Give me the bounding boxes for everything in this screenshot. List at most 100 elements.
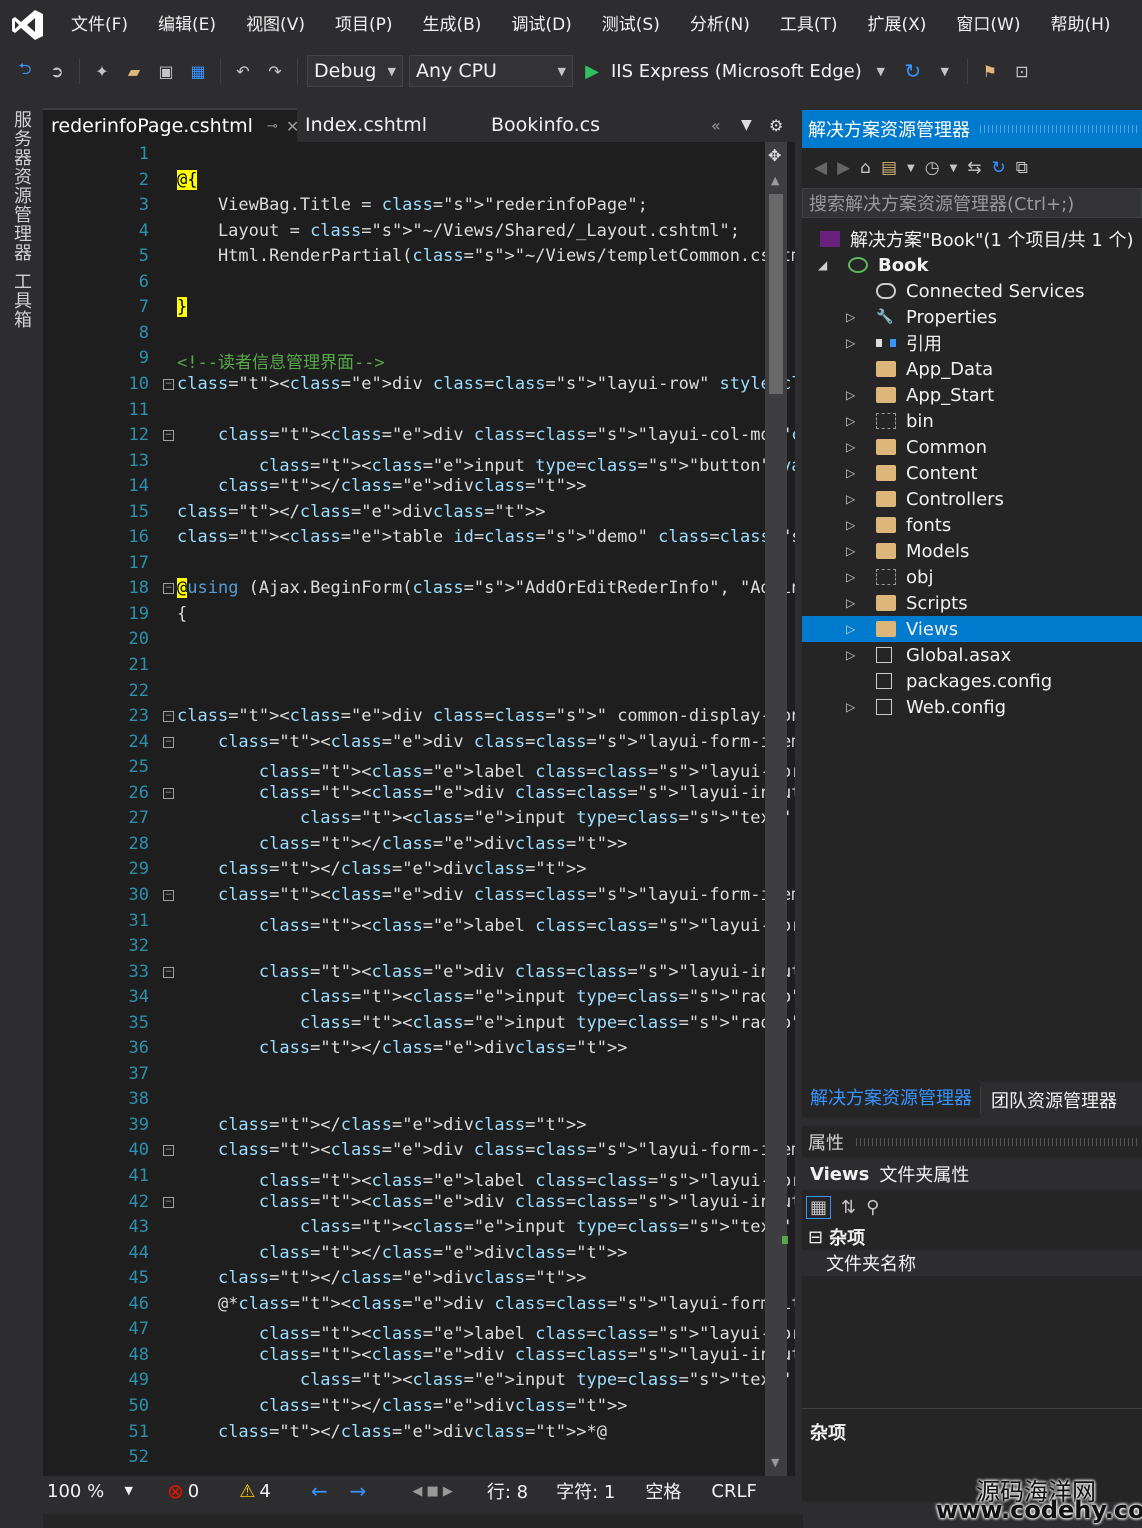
vertical-scrollbar[interactable]: ✥ ▲ ▼ xyxy=(765,142,787,1476)
tab-dropdown-icon[interactable]: ▼ xyxy=(733,108,761,142)
code-line[interactable]: class="t"></class="e">divclass="t">> xyxy=(177,1396,628,1416)
fold-toggle-icon[interactable]: − xyxy=(163,1196,174,1208)
tree-item[interactable]: ▷ fonts xyxy=(802,512,1142,538)
redo-icon[interactable]: ↷ xyxy=(262,58,288,84)
configuration-select[interactable]: Debug ▼ xyxy=(307,55,403,87)
fold-toggle-icon[interactable]: − xyxy=(163,583,174,595)
pin-icon[interactable]: ⊸ xyxy=(267,119,278,134)
code-line[interactable]: @using (Ajax.BeginForm(class="s">"AddOrE… xyxy=(177,578,795,599)
expander-icon[interactable]: ▷ xyxy=(846,518,855,532)
code-line[interactable]: class="t"><class="e">input type=class="s… xyxy=(177,451,795,476)
fold-toggle-icon[interactable]: − xyxy=(163,430,174,442)
sync-icon[interactable]: ⇆ xyxy=(967,158,981,178)
expander-icon[interactable]: ▷ xyxy=(846,570,855,584)
tab-overflow-icon[interactable]: « xyxy=(703,108,733,142)
code-line[interactable]: class="t"><class="e">label class=class="… xyxy=(177,757,795,782)
nav-back-icon[interactable]: ← xyxy=(311,1479,328,1503)
fold-toggle-icon[interactable]: − xyxy=(163,787,174,799)
tree-item[interactable]: ▷ Global.asax xyxy=(802,642,1142,668)
tree-item[interactable]: ▷ Common xyxy=(802,434,1142,460)
code-line[interactable]: class="t"></class="e">divclass="t">>*@ xyxy=(177,1422,607,1442)
code-line[interactable]: class="t"></class="e">divclass="t">> xyxy=(177,834,628,854)
refresh-icon[interactable]: ↻ xyxy=(900,58,926,84)
collapse-all-icon[interactable]: ⧉ xyxy=(1016,158,1028,178)
tree-item[interactable]: ▷ Web.config xyxy=(802,694,1142,720)
home-icon[interactable]: ⌂ xyxy=(860,158,871,178)
fold-toggle-icon[interactable]: − xyxy=(163,711,174,723)
tree-item[interactable]: ▷ Controllers xyxy=(802,486,1142,512)
code-line[interactable]: class="t"><class="e">label class=class="… xyxy=(177,1166,795,1191)
code-line[interactable]: { xyxy=(177,604,187,624)
code-line[interactable]: class="t"><class="e">label class=class="… xyxy=(177,911,795,936)
expander-icon[interactable]: ▷ xyxy=(846,622,855,636)
code-line[interactable]: class="t"><class="e">div class=class="s"… xyxy=(177,783,795,803)
code-line[interactable]: class="t"><class="e">div class=class="s"… xyxy=(177,374,795,394)
menu-analyze[interactable]: 分析(N) xyxy=(675,0,765,50)
expander-icon[interactable]: ▷ xyxy=(846,310,855,324)
fold-toggle-icon[interactable]: − xyxy=(163,1145,174,1157)
code-line[interactable]: class="t"></class="e">divclass="t">> xyxy=(177,1243,628,1263)
code-line[interactable]: class="t"><class="e">table id=class="s">… xyxy=(177,527,795,547)
solution-search-input[interactable]: 搜索解决方案资源管理器(Ctrl+;) xyxy=(802,188,1142,218)
run-target-button[interactable]: IIS Express (Microsoft Edge) xyxy=(611,61,862,82)
toolbox-tab[interactable]: 工具箱 xyxy=(8,272,34,329)
property-pages-icon[interactable]: ⚲ xyxy=(866,1197,879,1218)
tree-item[interactable]: 解决方案"Book"(1 个项目/共 1 个) xyxy=(802,226,1142,252)
code-line[interactable]: class="t"><class="e">div class=class="s"… xyxy=(177,706,795,726)
code-line[interactable]: @{ xyxy=(177,169,198,190)
undo-icon[interactable]: ↶ xyxy=(230,58,256,84)
tree-item[interactable]: ▷ 引用 xyxy=(802,330,1142,356)
code-line[interactable]: ViewBag.Title = class="s">"rederinfoPage… xyxy=(177,195,648,215)
tab-bookinfo[interactable]: Bookinfo.cs xyxy=(483,108,703,142)
code-line[interactable]: class="t"></class="e">divclass="t">> xyxy=(177,1038,628,1058)
code-line[interactable]: class="t"><class="e">div class=class="s"… xyxy=(177,1140,795,1160)
properties-object[interactable]: Views 文件夹属性 xyxy=(802,1158,1142,1190)
menu-help[interactable]: 帮助(H) xyxy=(1036,0,1126,50)
code-line[interactable]: <!--读者信息管理界面--> xyxy=(177,348,385,373)
tree-item[interactable]: ▷ Content xyxy=(802,460,1142,486)
back-icon[interactable]: ◀ xyxy=(814,158,827,178)
tree-item[interactable]: ◢ Book xyxy=(802,252,1142,278)
expander-icon[interactable]: ▷ xyxy=(846,596,855,610)
category-misc[interactable]: ⊟ 杂项 xyxy=(802,1224,1142,1250)
open-file-icon[interactable]: ▰ xyxy=(121,58,147,84)
tree-item[interactable]: ▷ obj xyxy=(802,564,1142,590)
scroll-up-icon[interactable]: ▲ xyxy=(771,174,779,187)
new-project-icon[interactable]: ✦ xyxy=(89,58,115,84)
tab-index[interactable]: Index.cshtml xyxy=(297,108,483,142)
window-icon[interactable]: ⊡ xyxy=(1009,58,1035,84)
code-line[interactable]: class="t"><class="e">input type=class="s… xyxy=(177,808,795,828)
gear-icon[interactable]: ⚙ xyxy=(761,108,789,142)
visual-studio-logo[interactable] xyxy=(0,0,56,50)
alphabetical-icon[interactable]: ⇅ xyxy=(841,1197,856,1218)
menu-tools[interactable]: 工具(T) xyxy=(765,0,853,50)
expander-icon[interactable]: ▷ xyxy=(846,492,855,506)
tab-solution-explorer[interactable]: 解决方案资源管理器 xyxy=(802,1082,980,1118)
scroll-down-icon[interactable]: ▼ xyxy=(771,1456,779,1469)
code-line[interactable]: class="t"><class="e">div class=class="s"… xyxy=(177,1345,795,1365)
nav-forward-icon[interactable]: → xyxy=(350,1479,367,1503)
menu-extensions[interactable]: 扩展(X) xyxy=(853,0,942,50)
warning-count[interactable]: ⚠ 4 xyxy=(239,1481,271,1502)
error-count[interactable]: ⊗ 0 xyxy=(167,1479,199,1503)
tree-item[interactable]: ▷ Scripts xyxy=(802,590,1142,616)
tree-item[interactable]: App_Data xyxy=(802,356,1142,382)
tree-item[interactable]: ▷ App_Start xyxy=(802,382,1142,408)
expander-icon[interactable]: ▷ xyxy=(846,544,855,558)
code-line[interactable]: class="t"><class="e">label class=class="… xyxy=(177,1319,795,1344)
back-icon[interactable]: ⮌ xyxy=(12,58,38,84)
code-line[interactable]: class="t"><class="e">input type=class="s… xyxy=(177,1217,795,1237)
forward-icon[interactable]: ➲ xyxy=(44,58,70,84)
expander-icon[interactable]: ▷ xyxy=(846,466,855,480)
code-line[interactable]: } xyxy=(177,297,188,318)
save-icon[interactable]: ▣ xyxy=(153,58,179,84)
code-line[interactable]: @*class="t"><class="e">div class=class="… xyxy=(177,1294,795,1314)
chevron-down-icon[interactable]: ▼ xyxy=(950,163,958,174)
menu-project[interactable]: 项目(P) xyxy=(320,0,408,50)
tree-item[interactable]: Connected Services xyxy=(802,278,1142,304)
menu-view[interactable]: 视图(V) xyxy=(231,0,320,50)
menu-edit[interactable]: 编辑(E) xyxy=(143,0,231,50)
pending-changes-icon[interactable]: ◷ xyxy=(925,158,940,178)
forward-icon[interactable]: ▶ xyxy=(837,158,850,178)
chevron-down-icon[interactable]: ▼ xyxy=(907,163,915,174)
